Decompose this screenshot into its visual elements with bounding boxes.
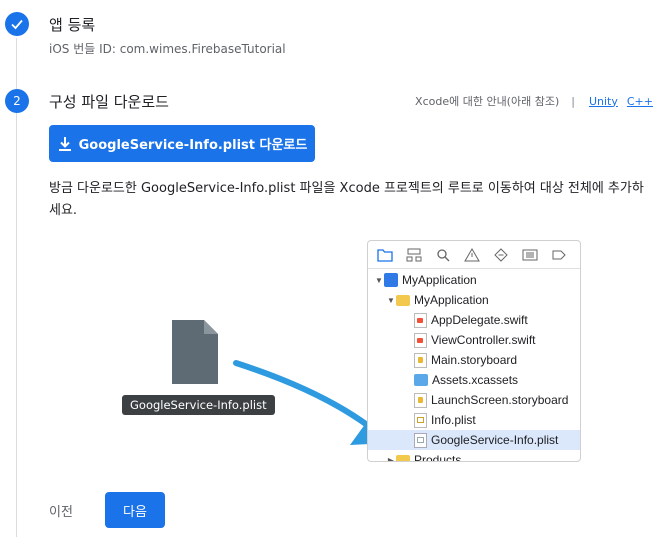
search-icon xyxy=(434,246,452,264)
links-separator: | xyxy=(571,94,575,108)
instruction-text: 방금 다운로드한 GoogleService-Info.plist 파일을 Xc… xyxy=(49,181,644,218)
xcode-toolbar xyxy=(368,241,580,269)
tree-row-selected-file[interactable]: GoogleService-Info.plist xyxy=(368,430,580,450)
tree-row-file[interactable]: LaunchScreen.storyboard xyxy=(368,390,580,410)
xcode-navigator-illustration: ▼ MyApplication ▼ MyApplication AppDeleg… xyxy=(367,240,581,462)
cpp-link[interactable]: C++ xyxy=(627,95,653,108)
tree-row-file[interactable]: Main.storyboard xyxy=(368,350,580,370)
plist-file-icon xyxy=(414,432,427,448)
expand-triangle-icon: ▼ xyxy=(375,275,383,285)
tree-row-label: MyApplication xyxy=(414,293,489,307)
step-number-badge: 2 xyxy=(5,89,29,113)
platform-links: Xcode에 대한 안내(아래 참조) | Unity C++ xyxy=(415,93,653,109)
plist-file-icon xyxy=(172,320,218,384)
tree-row-label: Main.storyboard xyxy=(431,353,518,367)
tree-row-file[interactable]: Info.plist xyxy=(368,410,580,430)
label-icon xyxy=(550,246,568,264)
storyboard-file-icon xyxy=(414,352,427,368)
step2-title: 구성 파일 다운로드 xyxy=(49,93,169,111)
swift-file-icon xyxy=(414,332,427,348)
folder-group-icon xyxy=(396,294,410,306)
download-button-label: GoogleService-Info.plist 다운로드 xyxy=(78,138,308,153)
hierarchy-icon xyxy=(405,246,423,264)
tree-row-group[interactable]: ▶ Products xyxy=(368,450,580,462)
tree-row-file[interactable]: ViewController.swift xyxy=(368,330,580,350)
check-icon xyxy=(11,19,23,30)
step1-title: 앱 등록 xyxy=(49,16,96,34)
xcode-project-icon xyxy=(384,273,398,287)
tree-row-project[interactable]: ▼ MyApplication xyxy=(368,270,580,290)
tree-row-label: MyApplication xyxy=(402,273,477,287)
download-plist-button[interactable]: GoogleService-Info.plist 다운로드 xyxy=(49,125,315,162)
tree-row-label: ViewController.swift xyxy=(431,333,536,347)
tree-row-label: AppDelegate.swift xyxy=(431,313,528,327)
assets-folder-icon xyxy=(414,374,428,386)
list-icon xyxy=(521,246,539,264)
tree-row-file[interactable]: Assets.xcassets xyxy=(368,370,580,390)
swift-file-icon xyxy=(414,312,427,328)
xcode-help-text: Xcode에 대한 안내(아래 참조) xyxy=(415,95,560,108)
expand-triangle-icon: ▼ xyxy=(387,295,395,305)
plist-file-icon xyxy=(414,412,427,428)
unity-link[interactable]: Unity xyxy=(589,95,618,108)
download-icon xyxy=(58,136,71,151)
tree-row-group[interactable]: ▼ MyApplication xyxy=(368,290,580,310)
warning-icon xyxy=(463,246,481,264)
collapse-triangle-icon: ▶ xyxy=(387,455,395,462)
tree-row-label: Products xyxy=(414,453,462,462)
tree-row-label: GoogleService-Info.plist xyxy=(431,433,559,447)
tree-row-label: Info.plist xyxy=(431,413,476,427)
folder-group-icon xyxy=(396,454,410,461)
diamond-icon xyxy=(492,246,510,264)
step-complete-badge xyxy=(5,12,29,36)
tree-row-file[interactable]: AppDelegate.swift xyxy=(368,310,580,330)
tree-row-label: Assets.xcassets xyxy=(432,373,519,387)
next-button[interactable]: 다음 xyxy=(105,492,165,528)
previous-button[interactable]: 이전 xyxy=(49,501,73,520)
tree-row-label: LaunchScreen.storyboard xyxy=(431,393,569,407)
folder-icon xyxy=(376,246,394,264)
bundle-id-text: iOS 번들 ID: com.wimes.FirebaseTutorial xyxy=(49,42,286,56)
storyboard-file-icon xyxy=(414,392,427,408)
